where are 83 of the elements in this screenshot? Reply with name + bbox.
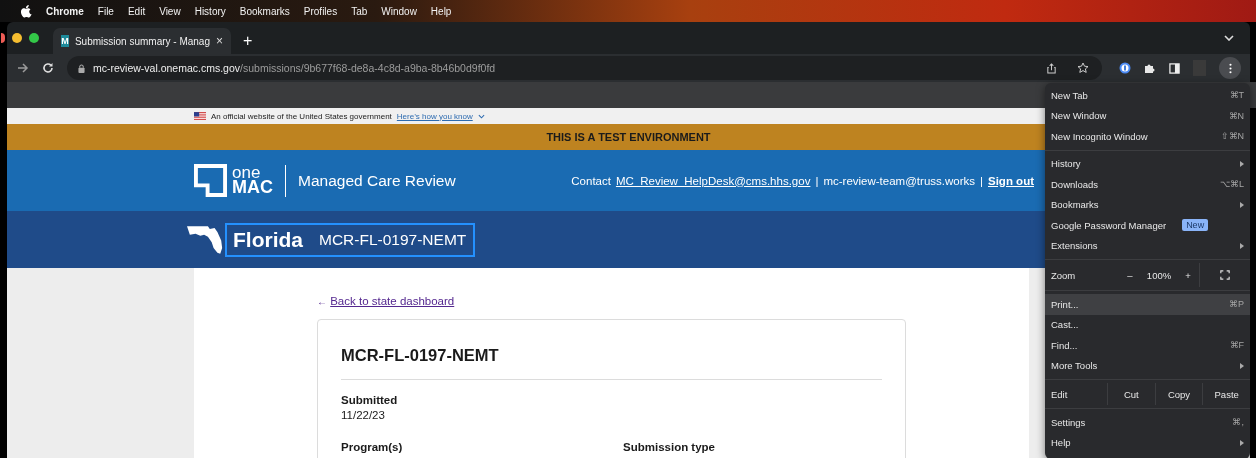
menu-item[interactable]: Find... ⌘F — [1045, 335, 1250, 356]
favicon-icon: M — [61, 35, 69, 47]
edit-menu-button[interactable]: Paste — [1202, 383, 1250, 405]
field-label: Program(s) — [341, 441, 404, 453]
test-environment-text: THIS IS A TEST ENVIRONMENT — [546, 131, 711, 143]
new-tab-button[interactable]: + — [243, 32, 253, 50]
edit-menu-button[interactable]: Cut — [1107, 383, 1155, 405]
menu-item[interactable]: Settings ⌘, — [1045, 412, 1250, 433]
state-outline-icon — [187, 224, 225, 255]
submenu-arrow-icon — [1240, 439, 1244, 446]
chevron-down-icon — [477, 113, 485, 119]
menu-bar-item[interactable]: History — [194, 5, 226, 17]
edit-menu-button[interactable]: Copy — [1154, 383, 1203, 405]
how-you-know-link[interactable]: Here’s how you know — [396, 111, 473, 121]
team-email: mc-review-team@truss.works — [823, 174, 975, 187]
menu-item[interactable]: Cast... — [1045, 314, 1250, 335]
side-panel-icon[interactable] — [1169, 62, 1180, 74]
menu-item[interactable]: New Incognito Window ⇧⌘N — [1045, 126, 1250, 147]
card-title: MCR-FL-0197-NEMT — [341, 346, 500, 365]
star-icon[interactable] — [1077, 62, 1089, 74]
reload-icon[interactable] — [42, 62, 54, 74]
sign-out-link[interactable]: Sign out — [988, 174, 1034, 187]
menu-bar-item[interactable]: Chrome — [46, 5, 84, 17]
field-value: 11/22/23 — [341, 409, 386, 421]
close-window-icon[interactable] — [1, 33, 5, 43]
password-manager-icon[interactable] — [1119, 62, 1131, 74]
menu-item-label: Edit — [1050, 388, 1069, 400]
menu-bar-item[interactable]: Edit — [127, 5, 146, 17]
menu-item[interactable]: Google Password Manager New — [1045, 215, 1250, 236]
menu-button[interactable] — [1219, 57, 1241, 79]
menu-bar-item[interactable]: Window — [381, 5, 417, 17]
apple-logo-icon[interactable] — [21, 4, 32, 18]
menu-item[interactable]: Help — [1045, 432, 1250, 453]
more-vertical-icon — [1228, 62, 1232, 74]
zoom-level: 100% — [1145, 268, 1173, 283]
menu-item[interactable]: Print... ⌘P — [1045, 294, 1250, 315]
menu-item[interactable]: New Tab ⌘T — [1045, 85, 1250, 106]
menu-bar-item[interactable]: Help — [430, 5, 452, 17]
logo-text: MAC — [232, 180, 273, 196]
forward-arrow-icon[interactable] — [17, 62, 29, 74]
menu-item[interactable]: More Tools — [1045, 355, 1250, 376]
field-label: Submission type — [623, 441, 717, 453]
new-badge: New — [1182, 219, 1209, 232]
app-name: Managed Care Review — [298, 171, 456, 190]
close-tab-button[interactable]: × — [216, 34, 223, 48]
puzzle-icon[interactable] — [1144, 62, 1156, 74]
logo-text: one — [232, 165, 261, 181]
menu-bar-item[interactable]: File — [97, 5, 114, 17]
submenu-arrow-icon — [1240, 201, 1244, 208]
minimize-window-icon[interactable] — [12, 33, 22, 43]
submenu-arrow-icon — [1240, 160, 1244, 167]
submenu-arrow-icon — [1240, 242, 1244, 249]
menu-item[interactable]: Extensions — [1045, 235, 1250, 256]
separator-text: | — [980, 174, 983, 187]
zoom-in-button[interactable]: + — [1177, 263, 1199, 287]
share-icon[interactable] — [1046, 62, 1057, 74]
menu-item[interactable]: Bookmarks — [1045, 194, 1250, 215]
menu-item-label: Zoom — [1050, 268, 1077, 283]
address-bar[interactable]: mc-review-val.onemac.cms.gov/submissions/9b677f68-de8a-4c8d-a9ba-8b46b0d9f0fd — [67, 56, 1102, 80]
chevron-down-icon[interactable] — [1224, 35, 1234, 41]
menu-item[interactable]: History — [1045, 153, 1250, 174]
lock-icon — [78, 63, 85, 73]
gov-banner-text: An official website of the United States government — [211, 111, 392, 121]
submenu-arrow-icon — [1240, 362, 1244, 369]
zoom-out-button[interactable]: – — [1119, 263, 1141, 287]
fullscreen-icon — [1220, 270, 1230, 280]
browser-tab[interactable]: M Submission summary - Manag × — [53, 28, 231, 54]
field-label: Submitted — [341, 394, 399, 406]
back-link[interactable]: ← Back to state dashboard — [317, 295, 455, 307]
state-name: Florida — [233, 227, 303, 252]
menu-bar-item[interactable]: Tab — [351, 5, 368, 17]
us-flag-icon — [194, 112, 206, 120]
contact-label: Contact — [571, 174, 611, 187]
submission-id: MCR-FL-0197-NEMT — [319, 230, 467, 249]
fullscreen-window-icon[interactable] — [29, 33, 39, 43]
menu-bar-item[interactable]: Bookmarks — [239, 5, 290, 17]
menu-bar-item[interactable]: View — [159, 5, 181, 17]
menu-item[interactable]: Downloads ⌥⌘L — [1045, 174, 1250, 195]
helpdesk-email-link[interactable]: MC_Review_HelpDesk@cms.hhs.gov — [615, 174, 811, 187]
menu-item[interactable]: New Window ⌘N — [1045, 105, 1250, 126]
separator-text: | — [815, 174, 819, 187]
menu-bar-item[interactable]: Profiles — [303, 5, 338, 17]
onemac-logo-icon — [194, 164, 227, 197]
